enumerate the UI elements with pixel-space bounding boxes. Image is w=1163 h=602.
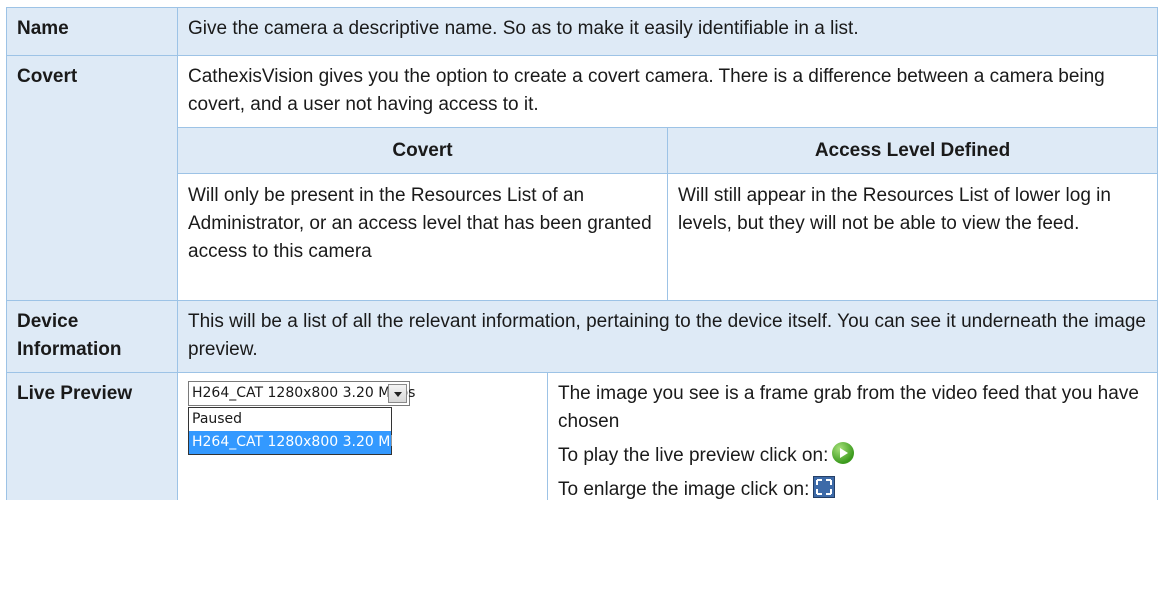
row-content-covert: CathexisVision gives you the option to c… bbox=[177, 55, 1158, 301]
comparison-cell-covert: Will only be present in the Resources Li… bbox=[178, 173, 668, 300]
play-icon bbox=[832, 441, 855, 464]
camera-settings-table: Name Give the camera a descriptive name.… bbox=[6, 7, 1158, 500]
row-device-information: Device Information This will be a list o… bbox=[6, 299, 1158, 373]
row-label-live-preview: Live Preview bbox=[6, 371, 178, 500]
document-page: Name Give the camera a descriptive name.… bbox=[0, 0, 1163, 602]
row-label-covert: Covert bbox=[6, 55, 178, 301]
enlarge-instruction: To enlarge the image click on: bbox=[558, 475, 1149, 504]
play-instruction-text: To play the live preview click on: bbox=[558, 444, 829, 466]
stream-dropdown[interactable]: H264_CAT 1280x800 3.20 Mbps bbox=[188, 380, 415, 406]
stream-dropdown-list: Paused H264_CAT 1280x800 3.20 Mbps bbox=[188, 406, 415, 455]
row-text-device-information: This will be a list of all the relevant … bbox=[177, 299, 1158, 373]
stream-dropdown-value: H264_CAT 1280x800 3.20 Mbps bbox=[192, 384, 416, 401]
stream-option-h264[interactable]: H264_CAT 1280x800 3.20 Mbps bbox=[189, 430, 415, 454]
stream-option-paused[interactable]: Paused bbox=[189, 408, 391, 431]
row-label-name: Name bbox=[6, 7, 178, 56]
row-label-device-information: Device Information bbox=[6, 299, 178, 373]
comparison-header-covert: Covert bbox=[178, 127, 668, 174]
row-content-live-preview: H264_CAT 1280x800 3.20 Mbps Paused H264_… bbox=[177, 371, 1158, 500]
live-preview-text: The image you see is a frame grab from t… bbox=[558, 382, 1139, 432]
live-preview-description: The image you see is a frame grab from t… bbox=[548, 373, 1157, 500]
row-name: Name Give the camera a descriptive name.… bbox=[6, 7, 1158, 56]
row-text-covert: CathexisVision gives you the option to c… bbox=[188, 66, 1105, 115]
row-covert: Covert CathexisVision gives you the opti… bbox=[6, 55, 1158, 301]
row-text-name: Give the camera a descriptive name. So a… bbox=[177, 7, 1158, 56]
comparison-header-access-level: Access Level Defined bbox=[667, 127, 1157, 174]
comparison-cell-access-level: Will still appear in the Resources List … bbox=[667, 173, 1157, 300]
enlarge-instruction-text: To enlarge the image click on: bbox=[558, 478, 810, 500]
enlarge-icon bbox=[813, 475, 836, 498]
chevron-down-icon[interactable] bbox=[388, 383, 407, 403]
covert-comparison-table: Covert Access Level Defined Will only be… bbox=[178, 127, 1157, 300]
play-instruction: To play the live preview click on: bbox=[558, 441, 1149, 470]
row-live-preview: Live Preview H264_CAT 1280x800 3.20 Mbps… bbox=[6, 371, 1158, 500]
stream-selector-screenshot: H264_CAT 1280x800 3.20 Mbps Paused H264_… bbox=[178, 372, 548, 500]
